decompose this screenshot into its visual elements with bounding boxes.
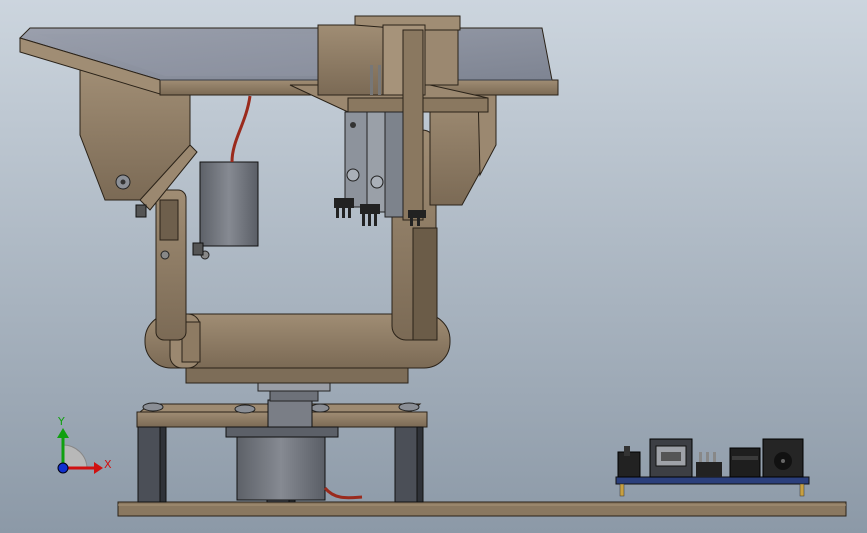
z-axis-icon [57,462,69,474]
usb-connector [649,438,693,478]
x-axis-label: X [104,458,112,471]
dc-jack [762,438,804,478]
assembly-scene: Y X [0,0,867,533]
capacitor-block [729,447,761,478]
base-board [117,501,847,517]
cad-viewport[interactable]: Y X [0,0,867,533]
y-axis-label: Y [57,415,65,428]
